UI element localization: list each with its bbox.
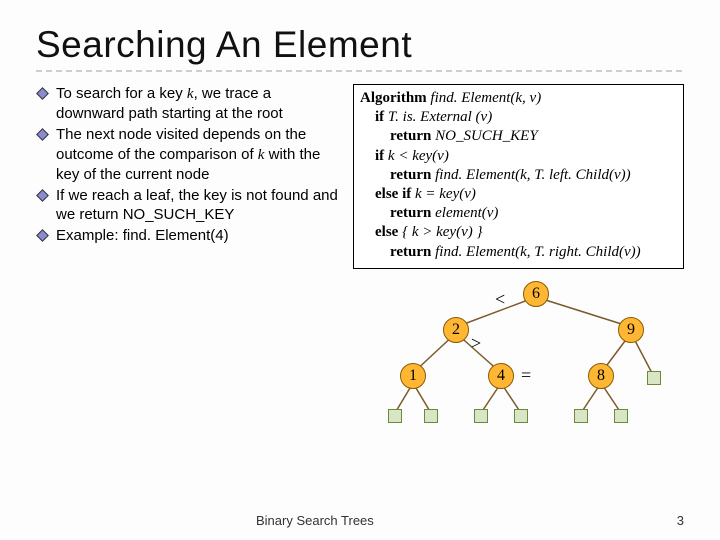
bullet-item: If we reach a leaf, the key is not found…	[36, 186, 341, 224]
bst-diagram: 6 2 9 1 4 8 < > =	[353, 275, 663, 435]
tree-leaf	[424, 409, 438, 423]
op-eq: =	[521, 365, 531, 386]
bullet-list: To search for a key k, we trace a downwa…	[36, 84, 341, 435]
bullet-item: Example: find. Element(4)	[36, 226, 341, 245]
slide-footer: Binary Search Trees 3	[0, 513, 720, 528]
tree-leaf	[647, 371, 661, 385]
tree-node-9: 9	[618, 317, 644, 343]
algorithm-box: Algorithm find. Element(k, v) if T. is. …	[353, 84, 684, 269]
bullet-mark	[36, 226, 56, 245]
footer-title: Binary Search Trees	[256, 513, 374, 528]
bullet-mark	[36, 186, 56, 224]
tree-leaf	[474, 409, 488, 423]
op-gt: >	[471, 333, 481, 354]
tree-node-8: 8	[588, 363, 614, 389]
tree-leaf	[574, 409, 588, 423]
page-number: 3	[677, 513, 684, 528]
tree-node-2: 2	[443, 317, 469, 343]
tree-node-1: 1	[400, 363, 426, 389]
tree-leaf	[614, 409, 628, 423]
op-lt: <	[495, 289, 505, 310]
tree-node-6: 6	[523, 281, 549, 307]
bullet-mark	[36, 84, 56, 123]
title-rule	[36, 70, 684, 72]
tree-leaf	[514, 409, 528, 423]
tree-leaf	[388, 409, 402, 423]
bullet-mark	[36, 125, 56, 184]
bullet-item: The next node visited depends on the out…	[36, 125, 341, 184]
tree-node-4: 4	[488, 363, 514, 389]
slide-title: Searching An Element	[36, 24, 684, 66]
bullet-item: To search for a key k, we trace a downwa…	[36, 84, 341, 123]
